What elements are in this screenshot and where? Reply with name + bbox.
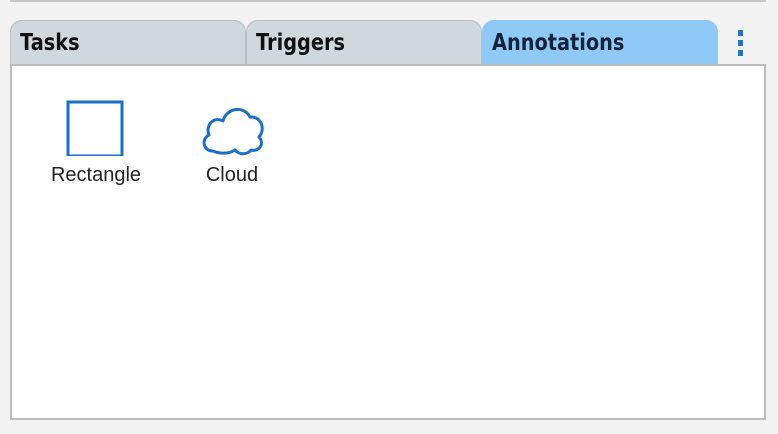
cloud-icon [202,108,264,156]
vertical-ellipsis-icon[interactable] [730,26,750,58]
rectangle-icon [66,100,124,156]
palette-item-rectangle-label: Rectangle [50,164,142,186]
tab-annotations-label: Annotations [492,30,625,56]
tab-tasks-label: Tasks [20,30,80,56]
palette-item-rectangle[interactable]: Rectangle [44,96,148,187]
tab-annotations[interactable]: Annotations [482,20,718,64]
palette-item-cloud-label: Cloud [205,164,259,186]
palette-item-cloud[interactable]: Cloud [182,96,282,187]
tab-triggers-label: Triggers [256,30,346,56]
tab-tasks[interactable]: Tasks [10,20,246,64]
top-divider [10,0,766,2]
annotations-panel: Rectangle Cloud [10,64,766,420]
tab-triggers[interactable]: Triggers [246,20,482,64]
tab-strip: Tasks Triggers Annotations [0,20,778,64]
